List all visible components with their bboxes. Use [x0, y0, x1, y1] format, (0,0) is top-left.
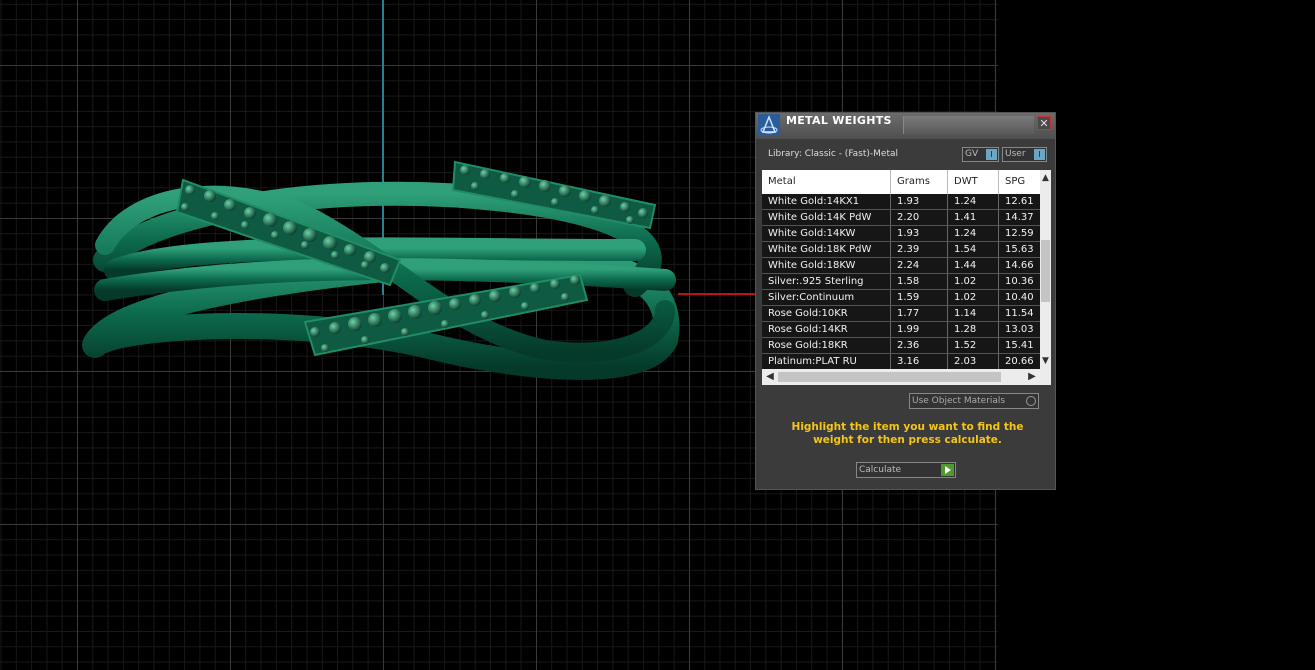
- grams-cell: 1.99: [891, 322, 948, 337]
- play-icon: [941, 464, 954, 476]
- x-axis-line: [678, 293, 756, 295]
- panel-titlebar[interactable]: METAL WEIGHTS ✕: [756, 113, 1055, 139]
- titlebar-drag-area[interactable]: [903, 116, 1034, 134]
- dwt-cell: 1.02: [948, 274, 999, 289]
- close-button[interactable]: ✕: [1037, 116, 1051, 130]
- dwt-cell: 1.28: [948, 322, 999, 337]
- calculate-button[interactable]: Calculate: [856, 462, 956, 478]
- grams-cell: 1.59: [891, 290, 948, 305]
- scroll-left-icon[interactable]: ◀: [764, 370, 776, 384]
- metal-cell: Silver:.925 Sterling: [762, 274, 891, 289]
- column-header-dwt[interactable]: DWT: [948, 170, 999, 194]
- scroll-down-icon[interactable]: ▼: [1040, 355, 1051, 367]
- table-body: White Gold:14KX1 1.93 1.24 12.61 White Gold:…: [762, 194, 1040, 370]
- metal-cell: Platinum:PLAT RU: [762, 354, 891, 369]
- metal-cell: Rose Gold:10KR: [762, 306, 891, 321]
- table-row[interactable]: Rose Gold:14KR 1.99 1.28 13.03: [762, 322, 1040, 338]
- grams-cell: 2.20: [891, 210, 948, 225]
- grams-cell: 2.24: [891, 258, 948, 273]
- horizontal-scroll-thumb[interactable]: [778, 372, 1001, 382]
- metal-cell: Rose Gold:14KR: [762, 322, 891, 337]
- use-object-materials-label: Use Object Materials: [912, 396, 1006, 406]
- table-row[interactable]: White Gold:18K PdW 2.39 1.54 15.63: [762, 242, 1040, 258]
- spg-cell: 15.63: [1005, 244, 1034, 255]
- spg-cell: 13.03: [1005, 324, 1034, 335]
- dwt-cell: 1.44: [948, 258, 999, 273]
- spg-cell: 14.37: [1005, 212, 1034, 223]
- table-row[interactable]: Silver:.925 Sterling 1.58 1.02 10.36: [762, 274, 1040, 290]
- vertical-scroll-thumb[interactable]: [1041, 240, 1050, 302]
- dwt-cell: 1.24: [948, 226, 999, 241]
- table-row[interactable]: Rose Gold:18KR 2.36 1.52 15.41: [762, 338, 1040, 354]
- instructions-text: Highlight the item you want to find the …: [791, 421, 1024, 446]
- metal-cell: White Gold:14K PdW: [762, 210, 891, 225]
- grams-cell: 1.58: [891, 274, 948, 289]
- table-row[interactable]: Rose Gold:10KR 1.77 1.14 11.54: [762, 306, 1040, 322]
- metal-table: Metal Grams DWT SPG White Gold:14KX1 1.93…: [762, 170, 1051, 385]
- grams-cell: 1.93: [891, 226, 948, 241]
- app-logo-icon: [758, 114, 780, 136]
- metal-cell: White Gold:14KW: [762, 226, 891, 241]
- table-row[interactable]: White Gold:14KW 1.93 1.24 12.59: [762, 226, 1040, 242]
- spg-cell: 10.36: [1005, 276, 1034, 287]
- metal-cell: White Gold:14KX1: [762, 194, 891, 209]
- metal-cell: Silver:Continuum: [762, 290, 891, 305]
- radio-icon: [1026, 396, 1036, 406]
- spg-cell: 12.59: [1005, 228, 1034, 239]
- column-header-metal[interactable]: Metal: [762, 170, 891, 194]
- spg-cell: 10.40: [1005, 292, 1034, 303]
- user-toggle-label: User: [1005, 149, 1026, 159]
- ring-model[interactable]: [75, 150, 685, 380]
- table-row[interactable]: White Gold:14K PdW 2.20 1.41 14.37: [762, 210, 1040, 226]
- grams-cell: 1.93: [891, 194, 948, 209]
- spg-cell: 12.61: [1005, 196, 1034, 207]
- column-header-spg[interactable]: SPG: [999, 170, 1040, 194]
- spg-cell: 11.54: [1005, 308, 1034, 319]
- grams-cell: 2.36: [891, 338, 948, 353]
- metal-weights-panel: METAL WEIGHTS ✕ Library: Classic - (Fast…: [755, 112, 1056, 490]
- vertical-scrollbar[interactable]: ▲ ▼: [1040, 170, 1051, 369]
- toggle-knob-icon: I: [986, 149, 997, 160]
- 3d-viewport[interactable]: [0, 0, 1315, 670]
- calculate-label: Calculate: [859, 465, 902, 475]
- table-row[interactable]: White Gold:14KX1 1.93 1.24 12.61: [762, 194, 1040, 210]
- dwt-cell: 1.24: [948, 194, 999, 209]
- panel-title: METAL WEIGHTS: [786, 114, 892, 127]
- dwt-cell: 1.54: [948, 242, 999, 257]
- library-label: Library: Classic - (Fast)-Metal: [768, 149, 899, 159]
- user-toggle[interactable]: User I: [1002, 147, 1047, 162]
- spg-cell: 20.66: [1005, 356, 1034, 367]
- dwt-cell: 2.03: [948, 354, 999, 369]
- table-row[interactable]: Platinum:PLAT RU 3.16 2.03 20.66: [762, 354, 1040, 370]
- metal-cell: White Gold:18KW: [762, 258, 891, 273]
- grams-cell: 2.39: [891, 242, 948, 257]
- table-row[interactable]: Silver:Continuum 1.59 1.02 10.40: [762, 290, 1040, 306]
- column-header-grams[interactable]: Grams: [891, 170, 948, 194]
- dwt-cell: 1.41: [948, 210, 999, 225]
- gv-toggle[interactable]: GV I: [962, 147, 999, 162]
- metal-cell: Rose Gold:18KR: [762, 338, 891, 353]
- horizontal-scrollbar[interactable]: ◀ ▶: [762, 369, 1040, 385]
- dwt-cell: 1.52: [948, 338, 999, 353]
- spg-cell: 15.41: [1005, 340, 1034, 351]
- use-object-materials-checkbox[interactable]: Use Object Materials: [909, 393, 1039, 409]
- grams-cell: 1.77: [891, 306, 948, 321]
- dwt-cell: 1.02: [948, 290, 999, 305]
- toggle-knob-icon: I: [1034, 149, 1045, 160]
- metal-cell: White Gold:18K PdW: [762, 242, 891, 257]
- table-row[interactable]: White Gold:18KW 2.24 1.44 14.66: [762, 258, 1040, 274]
- gv-toggle-label: GV: [965, 149, 979, 159]
- spg-cell: 14.66: [1005, 260, 1034, 271]
- grams-cell: 3.16: [891, 354, 948, 369]
- dwt-cell: 1.14: [948, 306, 999, 321]
- table-header: Metal Grams DWT SPG: [762, 170, 1040, 194]
- scroll-up-icon[interactable]: ▲: [1040, 172, 1051, 184]
- scroll-right-icon[interactable]: ▶: [1026, 370, 1038, 384]
